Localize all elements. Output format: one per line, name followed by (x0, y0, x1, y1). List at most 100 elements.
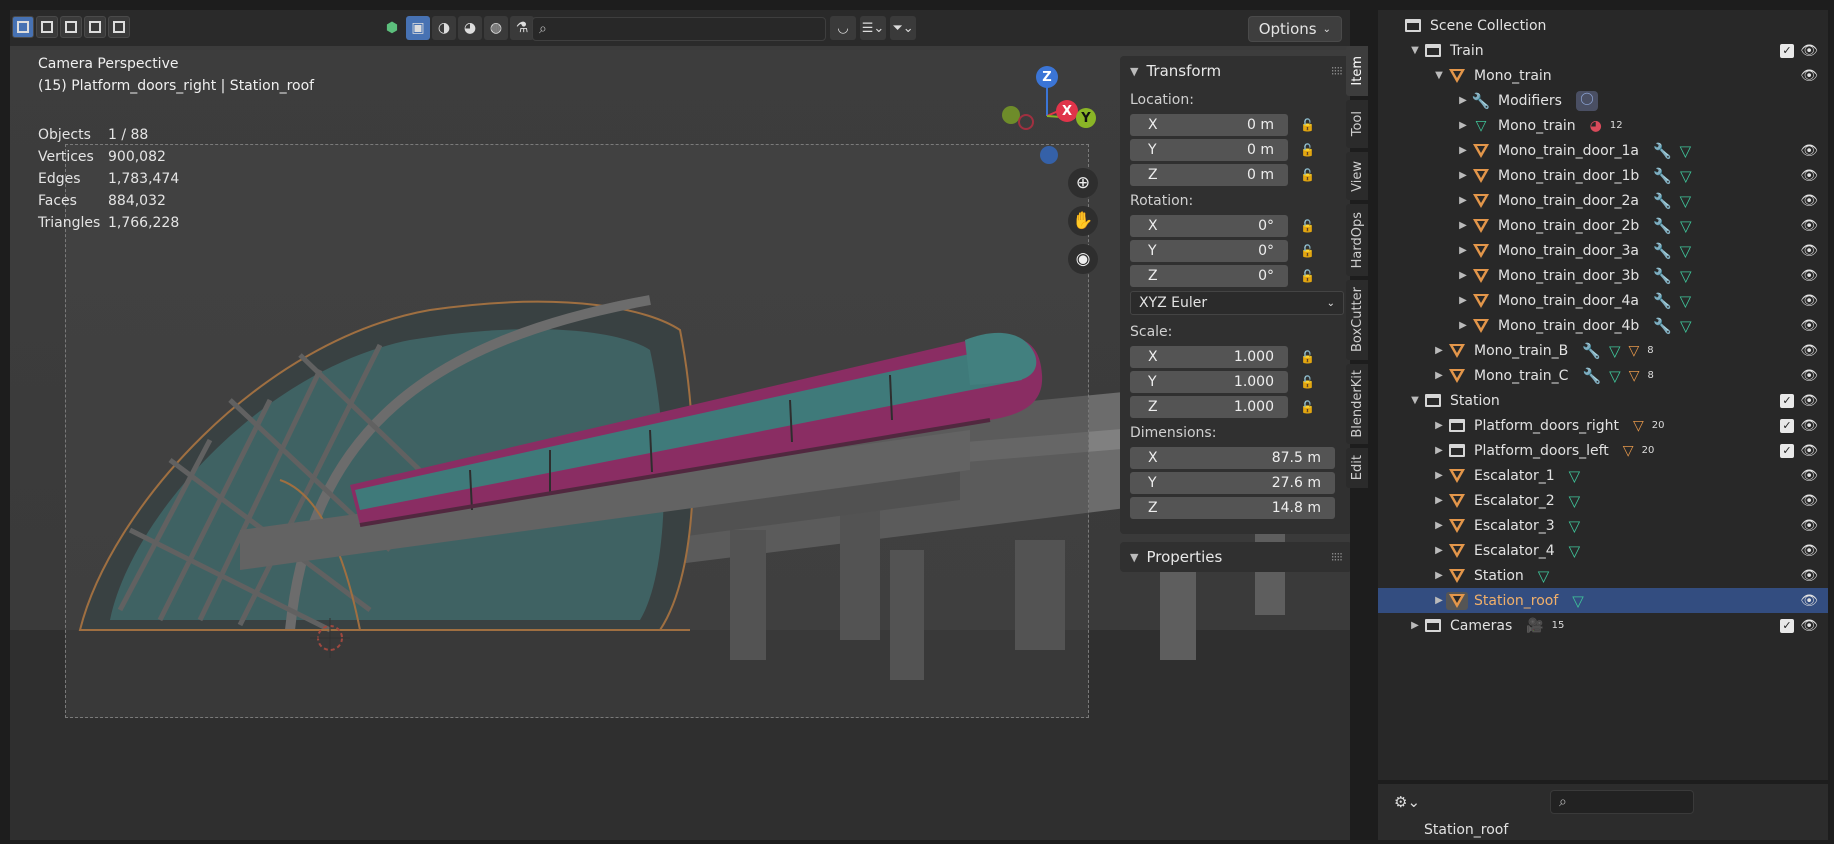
expand-right-icon[interactable]: ▶ (1456, 245, 1470, 256)
select-extend-icon[interactable] (36, 16, 58, 38)
unlock-icon[interactable]: 🔓 (1300, 168, 1318, 182)
checkbox-icon[interactable]: ✓ (1780, 618, 1794, 633)
tab-blenderkit[interactable]: BlenderKit (1346, 364, 1368, 444)
outliner-row-platform-doors-left[interactable]: ▶ Platform_doors_left ▽ 20 ✓ 👁 (1378, 438, 1828, 463)
tab-item[interactable]: Item (1346, 46, 1368, 96)
outliner-row-mono-train-mesh[interactable]: ▶ ▽ Mono_train ◕ 12 (1378, 113, 1828, 138)
expand-down-icon[interactable]: ▼ (1432, 70, 1446, 81)
outliner-row-platform-doors-right[interactable]: ▶ Platform_doors_right ▽ 20 ✓ 👁 (1378, 413, 1828, 438)
outliner-row-station-roof[interactable]: ▶ Station_roof ▽ 👁 (1378, 588, 1828, 613)
properties-panel-header[interactable]: ▼ Properties ⁝⁝⁝⁝ (1120, 542, 1350, 572)
rotation-z-field[interactable]: Z 0° (1130, 264, 1288, 287)
eye-icon[interactable]: 👁 (1800, 468, 1818, 484)
properties-search-input[interactable]: ⌕ (1550, 790, 1694, 814)
outliner-row-mono-train-c[interactable]: ▶ Mono_train_C 🔧 ▽ ▽ 8 👁 (1378, 363, 1828, 388)
tab-edit[interactable]: Edit (1346, 448, 1368, 488)
eye-icon[interactable]: 👁 (1800, 143, 1818, 159)
outliner-row-mono-train-b[interactable]: ▶ Mono_train_B 🔧 ▽ ▽ 8 👁 (1378, 338, 1828, 363)
camera-view-icon[interactable]: ◉ (1068, 244, 1098, 274)
rotation-mode-select[interactable]: XYZ Euler ⌄ (1130, 291, 1344, 315)
outliner-row-door-4b[interactable]: ▶ Mono_train_door_4b 🔧 ▽ 👁 (1378, 313, 1828, 338)
dimension-z-field[interactable]: Z 14.8 m (1130, 496, 1335, 519)
checkbox-icon[interactable]: ✓ (1780, 43, 1794, 58)
scale-z-field[interactable]: Z 1.000 (1130, 395, 1288, 418)
select-box-icon[interactable] (12, 16, 34, 38)
unlock-icon[interactable]: 🔓 (1300, 350, 1318, 364)
unlock-icon[interactable]: 🔓 (1300, 244, 1318, 258)
overlay-icon[interactable]: ⚗ (510, 16, 534, 40)
outliner-row-mono-train[interactable]: ▼ Mono_train 👁 (1378, 63, 1828, 88)
outliner-row-door-1b[interactable]: ▶ Mono_train_door_1b 🔧 ▽ 👁 (1378, 163, 1828, 188)
eye-icon[interactable]: 👁 (1800, 618, 1818, 634)
unlock-icon[interactable]: 🔓 (1300, 375, 1318, 389)
expand-right-icon[interactable]: ▶ (1456, 120, 1470, 131)
unlock-icon[interactable]: 🔓 (1300, 400, 1318, 414)
location-y-field[interactable]: Y0 m (1130, 138, 1288, 161)
outliner-row-escalator-4[interactable]: ▶ Escalator_4 ▽ 👁 (1378, 538, 1828, 563)
outliner-row-door-2a[interactable]: ▶ Mono_train_door_2a 🔧 ▽ 👁 (1378, 188, 1828, 213)
eye-icon[interactable]: 👁 (1800, 293, 1818, 309)
eye-icon[interactable]: 👁 (1800, 368, 1818, 384)
tab-tool[interactable]: Tool (1346, 100, 1368, 148)
expand-right-icon[interactable]: ▶ (1432, 520, 1446, 531)
expand-right-icon[interactable]: ▶ (1456, 295, 1470, 306)
expand-right-icon[interactable]: ▶ (1456, 145, 1470, 156)
eye-icon[interactable]: 👁 (1800, 68, 1818, 84)
eye-icon[interactable]: 👁 (1800, 43, 1818, 59)
outliner-row-door-1a[interactable]: ▶ Mono_train_door_1a 🔧 ▽ 👁 (1378, 138, 1828, 163)
solid-shading-icon[interactable]: ◑ (432, 16, 456, 40)
rotation-x-field[interactable]: X 0° (1130, 214, 1288, 237)
expand-right-icon[interactable]: ▶ (1456, 270, 1470, 281)
scale-x-field[interactable]: X 1.000 (1130, 345, 1288, 368)
rendered-shading-icon[interactable]: ◍ (484, 16, 508, 40)
outliner-row-door-2b[interactable]: ▶ Mono_train_door_2b 🔧 ▽ 👁 (1378, 213, 1828, 238)
material-shading-icon[interactable]: ◕ (458, 16, 482, 40)
eye-icon[interactable]: 👁 (1800, 443, 1818, 459)
dimension-x-field[interactable]: X 87.5 m (1130, 446, 1335, 469)
expand-down-icon[interactable]: ▼ (1408, 395, 1422, 406)
eye-icon[interactable]: 👁 (1800, 268, 1818, 284)
eye-icon[interactable]: 👁 (1800, 518, 1818, 534)
zoom-icon[interactable]: ⊕ (1068, 168, 1098, 198)
eye-icon[interactable]: 👁 (1800, 593, 1818, 609)
select-subtract-icon[interactable] (60, 16, 82, 38)
expand-right-icon[interactable]: ▶ (1432, 445, 1446, 456)
rotation-y-field[interactable]: Y 0° (1130, 239, 1288, 262)
unlock-icon[interactable]: 🔓 (1300, 118, 1318, 132)
eye-icon[interactable]: 👁 (1800, 493, 1818, 509)
outliner-row-train[interactable]: ▼ Train ✓ 👁 (1378, 38, 1828, 63)
unlock-icon[interactable]: 🔓 (1300, 219, 1318, 233)
expand-right-icon[interactable]: ▶ (1456, 170, 1470, 181)
scale-y-field[interactable]: Y 1.000 (1130, 370, 1288, 393)
location-z-field[interactable]: Z0 m (1130, 163, 1288, 186)
eye-icon[interactable]: 👁 (1800, 418, 1818, 434)
eye-icon[interactable]: 👁 (1800, 318, 1818, 334)
gizmo-neg-x-axis[interactable] (1018, 114, 1034, 130)
expand-right-icon[interactable]: ▶ (1432, 370, 1446, 381)
expand-right-icon[interactable]: ▶ (1432, 595, 1446, 606)
wireframe-shading-icon[interactable]: ▣ (406, 16, 430, 40)
eye-icon[interactable]: 👁 (1800, 543, 1818, 559)
tab-view[interactable]: View (1346, 152, 1368, 200)
viewport-search-input[interactable]: ⌕ (532, 17, 826, 41)
dimension-y-field[interactable]: Y 27.6 m (1130, 471, 1335, 494)
expand-down-icon[interactable]: ▼ (1408, 45, 1422, 56)
display-mode-icon[interactable]: ◡ (830, 16, 856, 40)
outliner-row-escalator-1[interactable]: ▶ Escalator_1 ▽ 👁 (1378, 463, 1828, 488)
hand-pan-icon[interactable]: ✋ (1068, 206, 1098, 236)
tab-hardops[interactable]: HardOps (1346, 204, 1368, 276)
outliner-row-door-3a[interactable]: ▶ Mono_train_door_3a 🔧 ▽ 👁 (1378, 238, 1828, 263)
unlock-icon[interactable]: 🔓 (1300, 143, 1318, 157)
expand-right-icon[interactable]: ▶ (1408, 620, 1422, 631)
eye-icon[interactable]: 👁 (1800, 168, 1818, 184)
outliner-row-door-4a[interactable]: ▶ Mono_train_door_4a 🔧 ▽ 👁 (1378, 288, 1828, 313)
gizmo-y-axis[interactable]: Y (1076, 108, 1096, 128)
outliner-row-door-3b[interactable]: ▶ Mono_train_door_3b 🔧 ▽ 👁 (1378, 263, 1828, 288)
outliner-row-station-object[interactable]: ▶ Station ▽ 👁 (1378, 563, 1828, 588)
expand-right-icon[interactable]: ▶ (1432, 495, 1446, 506)
gizmo-toggle-icon[interactable]: ⬢ (380, 16, 404, 40)
tab-boxcutter[interactable]: BoxCutter (1346, 280, 1368, 360)
select-intersect-icon[interactable] (108, 16, 130, 38)
eye-icon[interactable]: 👁 (1800, 343, 1818, 359)
drag-handle-icon[interactable]: ⁝⁝⁝⁝ (1331, 550, 1343, 564)
